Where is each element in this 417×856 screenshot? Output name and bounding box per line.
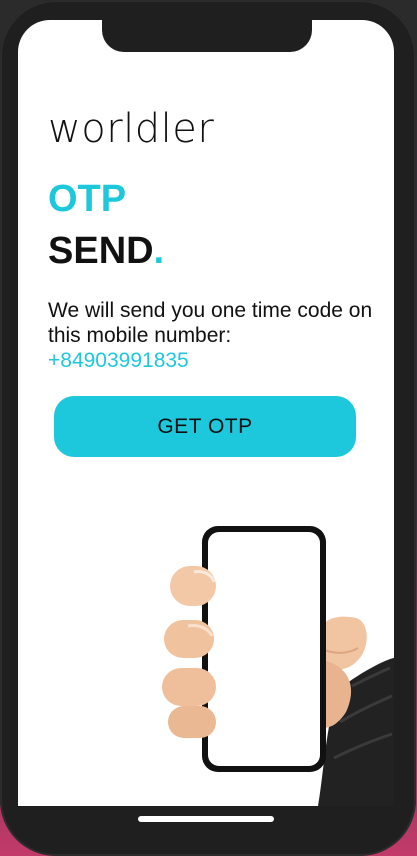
page-title-send-text: SEND [48,230,154,272]
finger-shape [170,566,216,606]
app-logo: worldler [48,106,215,152]
phone-notch [102,20,312,52]
hand-holding-phone-icon [162,526,394,806]
phone-number: +84903991835 [48,349,189,372]
otp-message: We will send you one time code on this m… [48,298,378,373]
otp-message-text: We will send you one time code on this m… [48,299,373,347]
screen: worldler OTP SEND. We will send you one … [18,20,394,806]
home-indicator[interactable] [138,816,274,822]
title-dot: . [153,230,165,272]
page-title-send: SEND. [48,230,164,273]
get-otp-button[interactable]: GET OTP [54,396,356,457]
page-title-otp: OTP [48,178,127,220]
stage: worldler OTP SEND. We will send you one … [0,0,417,856]
